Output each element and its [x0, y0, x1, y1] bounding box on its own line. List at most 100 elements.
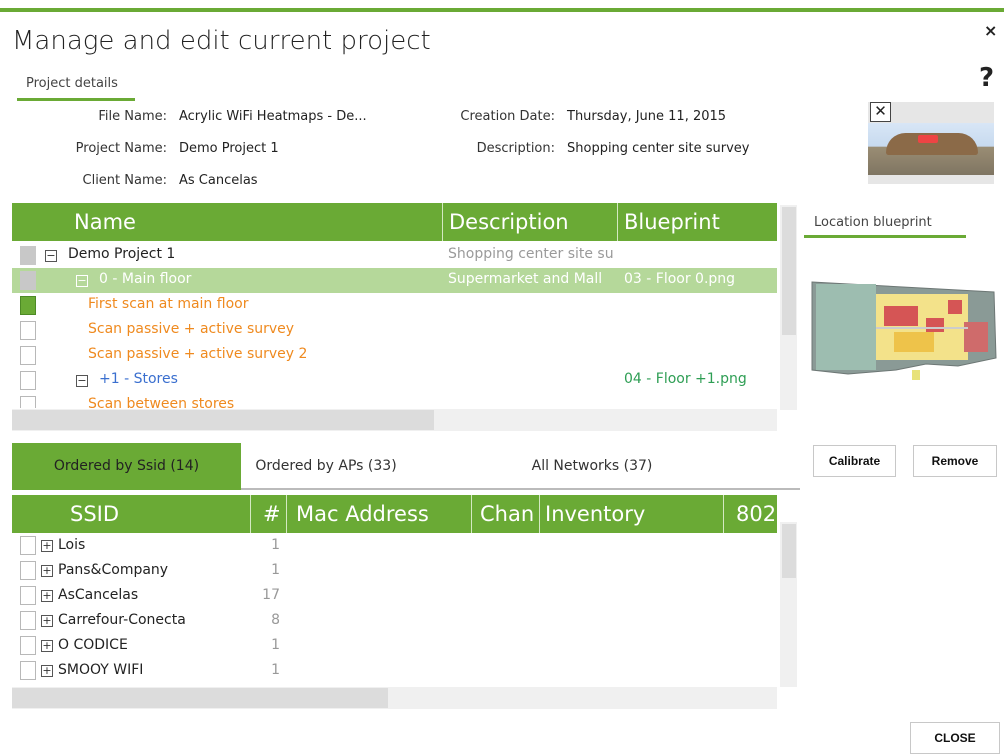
project-horizontal-scroll-thumb[interactable]	[12, 410, 434, 430]
network-ssid: Lois	[58, 537, 86, 553]
tab-location-blueprint[interactable]: Location blueprint	[814, 215, 932, 230]
project-tree-row[interactable]: Scan between stores	[12, 393, 777, 408]
description-label: Description:	[476, 141, 555, 156]
expand-icon[interactable]: +	[41, 540, 53, 552]
network-ssid: Carrefour-Conecta	[58, 612, 186, 628]
row-checkbox[interactable]	[20, 296, 36, 315]
row-checkbox[interactable]	[20, 661, 36, 680]
building-sign	[918, 135, 938, 143]
column-channel[interactable]: Chan	[474, 495, 534, 533]
top-accent-bar	[0, 8, 1004, 12]
expand-icon[interactable]: +	[41, 665, 53, 677]
project-vertical-scroll-thumb[interactable]	[782, 207, 796, 335]
row-name: 0 - Main floor	[99, 271, 192, 287]
column-divider	[250, 495, 251, 533]
tab-project-details[interactable]: Project details	[26, 76, 118, 91]
column-divider	[286, 495, 287, 533]
network-row[interactable]: + Carrefour-Conecta 8	[12, 610, 777, 635]
tab-all-networks[interactable]: All Networks (37)	[492, 443, 692, 490]
row-description: Supermarket and Mall	[448, 271, 603, 287]
project-tree-row[interactable]: First scan at main floor	[12, 293, 777, 318]
network-ssid: AsCancelas	[58, 587, 139, 603]
network-count: 8	[271, 612, 280, 628]
row-name: Scan passive + active survey 2	[88, 346, 308, 362]
expand-icon[interactable]: +	[41, 590, 53, 602]
project-tree-row[interactable]: Scan passive + active survey 2	[12, 343, 777, 368]
creation-date-value: Thursday, June 11, 2015	[567, 109, 727, 124]
expand-icon[interactable]: +	[41, 565, 53, 577]
column-description[interactable]: Description	[443, 203, 569, 241]
row-checkbox[interactable]	[20, 246, 36, 265]
row-name: +1 - Stores	[99, 371, 178, 387]
row-checkbox[interactable]	[20, 561, 36, 580]
tab-active-underline	[17, 98, 135, 101]
column-mac-address[interactable]: Mac Address	[290, 495, 429, 533]
row-blueprint: 03 - Floor 0.png	[624, 271, 736, 287]
project-tree-row[interactable]: −0 - Main floor Supermarket and Mall 03 - …	[12, 268, 777, 293]
network-row[interactable]: + O CODICE 1	[12, 635, 777, 660]
tab-ordered-by-aps[interactable]: Ordered by APs (33)	[241, 443, 411, 490]
row-checkbox[interactable]	[20, 371, 36, 390]
row-checkbox[interactable]	[20, 346, 36, 365]
creation-date-label: Creation Date:	[460, 109, 555, 124]
network-row[interactable]: + Lois 1	[12, 535, 777, 560]
row-name: First scan at main floor	[88, 296, 249, 312]
project-tree-row[interactable]: − +1 - Stores 04 - Floor +1.png	[12, 368, 777, 393]
project-tree-row[interactable]: − Demo Project 1 Shopping center site su	[12, 243, 777, 268]
network-count: 1	[271, 662, 280, 678]
file-name-label: File Name:	[98, 109, 167, 124]
close-button[interactable]: CLOSE	[910, 722, 1000, 754]
column-802[interactable]: 802	[730, 495, 776, 533]
column-ssid[interactable]: SSID	[64, 495, 119, 533]
tab-ordered-by-ssid[interactable]: Ordered by Ssid (14)	[12, 443, 241, 490]
network-row[interactable]: + Pans&Company 1	[12, 560, 777, 585]
network-tabs: Ordered by Ssid (14) Ordered by APs (33)…	[12, 443, 800, 490]
remove-button[interactable]: Remove	[913, 445, 997, 477]
remove-thumbnail-icon[interactable]: ✕	[870, 102, 891, 122]
network-count: 17	[262, 587, 280, 603]
collapse-icon[interactable]: −	[76, 275, 88, 287]
row-checkbox[interactable]	[20, 536, 36, 555]
column-count[interactable]: #	[257, 495, 281, 533]
tab-active-underline	[804, 235, 966, 238]
network-row[interactable]: + AsCancelas 17	[12, 585, 777, 610]
close-icon[interactable]: ×	[984, 21, 997, 40]
description-value: Shopping center site survey	[567, 141, 750, 156]
help-icon[interactable]: ?	[979, 63, 994, 93]
expand-icon[interactable]: +	[41, 640, 53, 652]
expand-icon[interactable]: +	[41, 615, 53, 627]
row-checkbox[interactable]	[20, 321, 36, 340]
client-name-label: Client Name:	[82, 173, 168, 188]
column-divider	[723, 495, 724, 533]
row-checkbox[interactable]	[20, 586, 36, 605]
row-checkbox[interactable]	[20, 396, 36, 408]
row-name: Scan passive + active survey	[88, 321, 295, 337]
row-blueprint: 04 - Floor +1.png	[624, 371, 747, 387]
row-checkbox[interactable]	[20, 271, 36, 290]
network-ssid: Pans&Company	[58, 562, 169, 578]
row-description: Shopping center site su	[448, 246, 614, 262]
network-vertical-scroll-thumb[interactable]	[782, 524, 796, 578]
project-table-header: Name Description Blueprint	[12, 203, 777, 241]
collapse-icon[interactable]: −	[76, 375, 88, 387]
column-blueprint[interactable]: Blueprint	[618, 203, 720, 241]
project-name-label: Project Name:	[75, 141, 167, 156]
client-name-value: As Cancelas	[179, 173, 258, 188]
network-row[interactable]: + SMOOY WIFI 1	[12, 660, 777, 685]
column-name[interactable]: Name	[68, 203, 136, 241]
project-name-value: Demo Project 1	[179, 141, 279, 156]
network-count: 1	[271, 537, 280, 553]
network-count: 1	[271, 637, 280, 653]
project-tree-row[interactable]: Scan passive + active survey	[12, 318, 777, 343]
collapse-icon[interactable]: −	[45, 250, 57, 262]
project-thumbnail-image	[868, 123, 994, 175]
row-name: Demo Project 1	[68, 246, 176, 262]
network-horizontal-scroll-thumb[interactable]	[12, 688, 388, 708]
project-tree: − Demo Project 1 Shopping center site su −0…	[12, 243, 777, 408]
row-checkbox[interactable]	[20, 636, 36, 655]
row-checkbox[interactable]	[20, 611, 36, 630]
column-inventory[interactable]: Inventory	[539, 495, 645, 533]
row-name: Scan between stores	[88, 396, 235, 408]
network-ssid: O CODICE	[58, 637, 128, 653]
calibrate-button[interactable]: Calibrate	[813, 445, 896, 477]
